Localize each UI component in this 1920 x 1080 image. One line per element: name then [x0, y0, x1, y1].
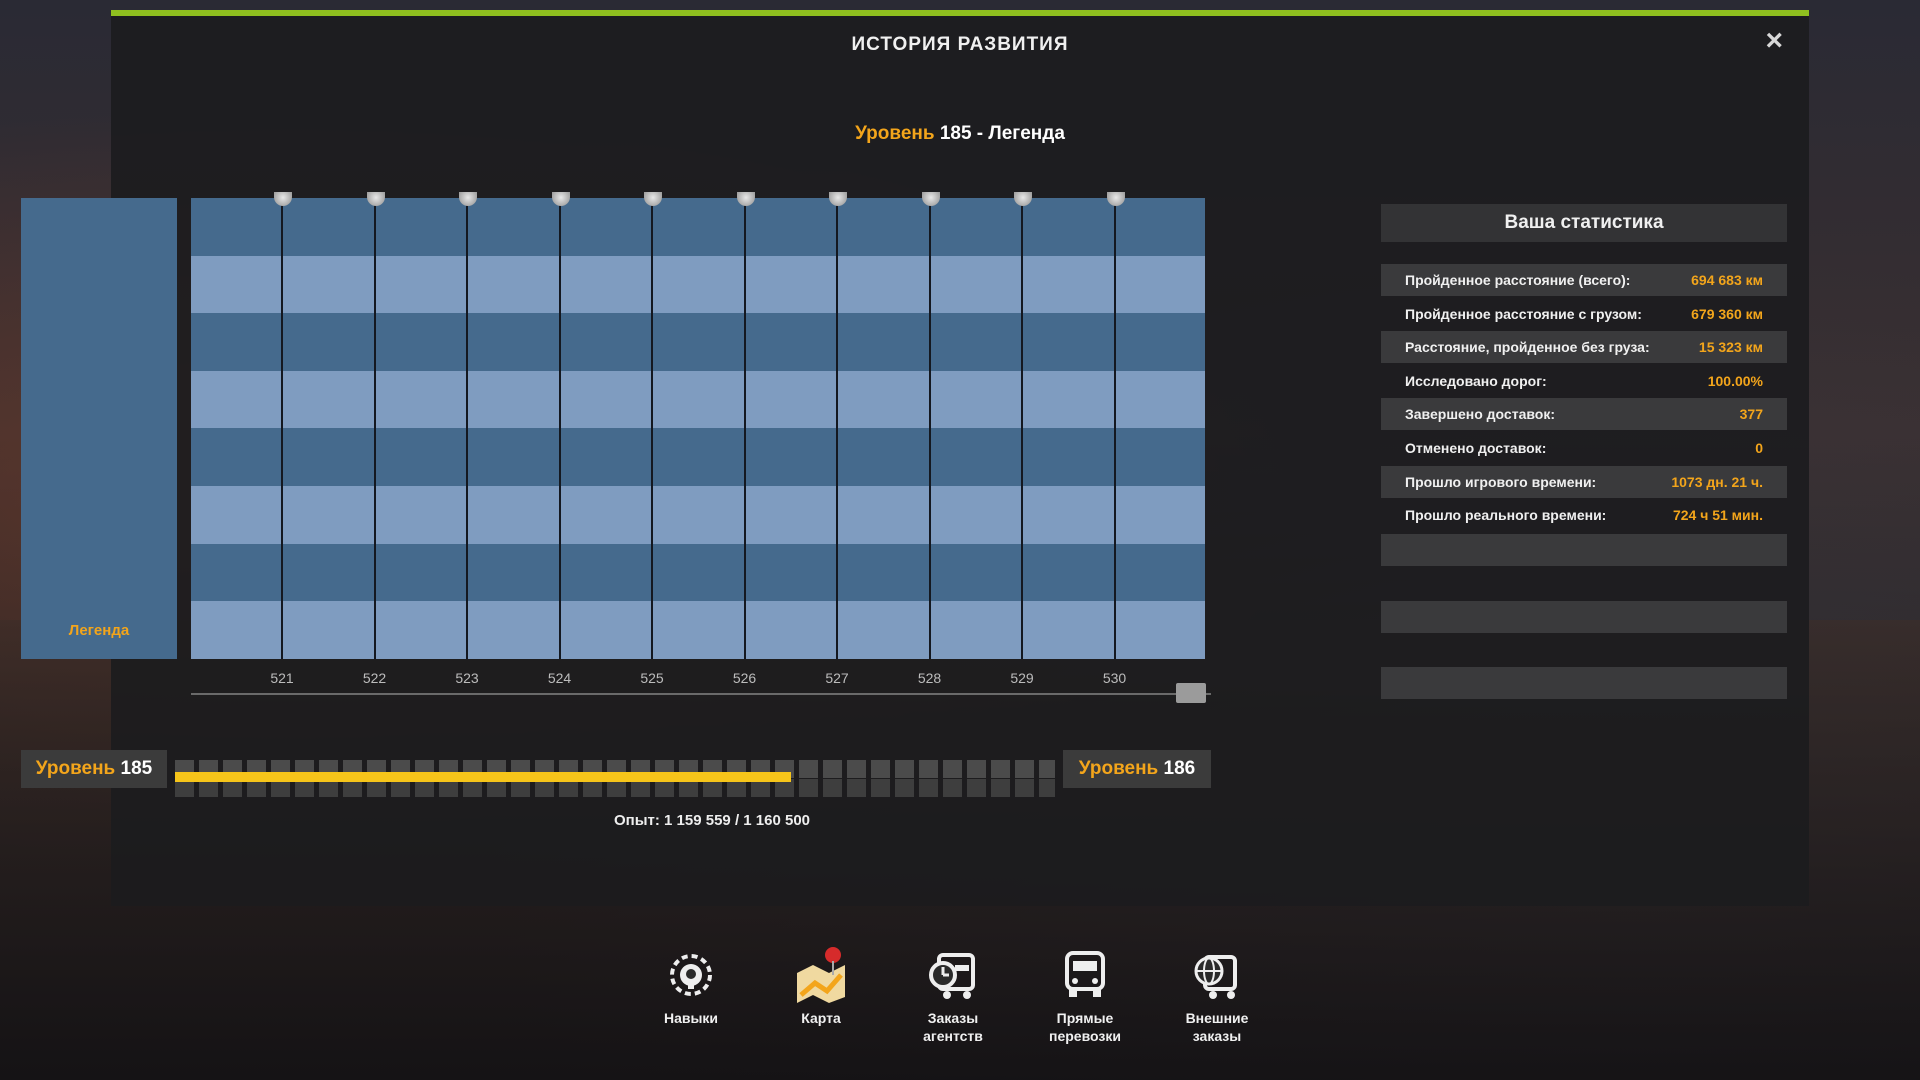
current-level-word: Уровень	[35, 758, 116, 779]
next-level-word: Уровень	[1078, 758, 1159, 779]
direct-transport-icon	[1057, 945, 1113, 1003]
timeline-tick-label: 530	[1102, 670, 1127, 686]
timeline-divider	[558, 198, 561, 659]
timeline-tick-label: 525	[640, 670, 664, 686]
map-icon	[793, 945, 849, 1003]
timeline-divider	[373, 198, 376, 659]
timeline-band	[191, 486, 1205, 544]
level-rest: 185 - Легенда	[934, 123, 1065, 144]
external-orders-icon	[1189, 945, 1245, 1003]
timeline-tick-label: 523	[455, 670, 479, 686]
timeline-divider	[466, 198, 468, 659]
nav-external-orders[interactable]: Внешние заказы	[1162, 945, 1272, 1045]
stat-label: Завершено доставок:	[1405, 406, 1555, 423]
stat-value: 100.00%	[1707, 372, 1763, 389]
nav-agency-orders[interactable]: Заказы агентств	[898, 945, 1008, 1045]
timeline-band	[191, 601, 1205, 659]
stat-row: Пройденное расстояние (всего): 694 683 км	[1381, 264, 1787, 296]
current-level-title: Уровень 185 - Легенда	[111, 123, 1809, 145]
timeline-band	[191, 198, 1205, 256]
timeline-divider	[1113, 198, 1116, 659]
nav-label-line2: перевозки	[1049, 1028, 1121, 1044]
nav-map[interactable]: Карта	[766, 945, 876, 1027]
stat-value: 0	[1755, 440, 1763, 456]
nav-direct-transport[interactable]: Прямые перевозки	[1030, 945, 1140, 1045]
current-level-number: 185	[115, 758, 153, 779]
timeline-band	[191, 428, 1205, 486]
current-level-badge: Уровень 185	[21, 750, 167, 788]
timeline-divider	[1021, 198, 1023, 659]
timeline-grid	[191, 192, 1205, 659]
timeline-scrollbar-thumb[interactable]	[1176, 683, 1206, 703]
timeline-divider	[743, 198, 746, 659]
nav-label: Навыки	[663, 1010, 719, 1026]
timeline-band	[191, 370, 1205, 429]
timeline-tick-label: 527	[825, 670, 849, 686]
stat-row: Прошло игрового времени: 1073 дн. 21 ч.	[1381, 465, 1787, 498]
stat-label: Прошло реального времени:	[1405, 507, 1607, 524]
stat-label: Прошло игрового времени:	[1405, 473, 1597, 490]
timeline-divider	[836, 198, 838, 659]
stat-label: Пройденное расстояние с грузом:	[1405, 305, 1642, 322]
stat-row-empty	[1381, 534, 1787, 566]
timeline-divider	[281, 198, 283, 659]
stat-value: 679 360 км	[1691, 305, 1763, 322]
stat-label: Расстояние, пройденное без груза:	[1405, 339, 1650, 356]
skills-icon	[663, 945, 719, 1003]
stat-row: Прошло реального времени: 724 ч 51 мин.	[1381, 499, 1787, 531]
nav-skills[interactable]: Навыки	[636, 945, 746, 1027]
stat-value: 377	[1739, 406, 1763, 423]
xp-text: Опыт: 1 159 559 / 1 160 500	[614, 812, 811, 829]
nav-label: Заказы	[927, 1010, 979, 1026]
stat-label: Исследовано дорог:	[1405, 372, 1547, 389]
stat-row-empty	[1381, 667, 1787, 699]
timeline-band	[191, 313, 1205, 371]
stat-row: Исследовано дорог: 100.00%	[1381, 365, 1787, 397]
stat-row: Расстояние, пройденное без груза: 15 323 …	[1381, 331, 1787, 364]
stat-value: 724 ч 51 мин.	[1672, 507, 1763, 524]
timeline-tick-label: 521	[270, 670, 294, 686]
timeline-tick-label: 528	[917, 670, 942, 686]
timeline-divider	[928, 198, 931, 659]
next-level-badge: Уровень 186	[1063, 750, 1211, 788]
nav-label-line2: агентств	[923, 1028, 983, 1044]
stat-row-empty	[1381, 601, 1787, 633]
timeline-band	[191, 255, 1205, 314]
stats-header: Ваша статистика	[1381, 204, 1787, 242]
stat-value: 694 683 км	[1691, 272, 1763, 288]
next-level-number: 186	[1158, 758, 1196, 779]
level-word: Уровень	[855, 123, 935, 144]
nav-label: Карта	[801, 1010, 841, 1026]
timeline-tick-label: 529	[1010, 670, 1034, 686]
timeline-scrollbar-track[interactable]	[191, 693, 1211, 695]
nav-label: Прямые	[1056, 1010, 1114, 1026]
timeline-tick-label: 526	[732, 670, 757, 686]
stat-row: Отменено доставок: 0	[1381, 432, 1787, 464]
xp-progress-fill	[175, 772, 791, 782]
stat-label: Пройденное расстояние (всего):	[1405, 272, 1631, 288]
timeline-band	[191, 543, 1205, 602]
agency-orders-icon	[925, 945, 981, 1003]
nav-label-line2: заказы	[1192, 1028, 1242, 1044]
close-icon[interactable]: ×	[1765, 26, 1783, 56]
timeline-tick-label: 524	[547, 670, 572, 686]
stat-value: 15 323 км	[1698, 339, 1763, 356]
timeline-tick-label: 522	[362, 670, 387, 686]
legend-column: Легенда	[21, 198, 177, 659]
stat-row: Пройденное расстояние с грузом: 679 360 к…	[1381, 298, 1787, 330]
legend-label: Легенда	[68, 622, 130, 639]
timeline-divider	[651, 198, 653, 659]
stat-label: Отменено доставок:	[1405, 440, 1547, 456]
window-title: ИСТОРИЯ РАЗВИТИЯ	[851, 34, 1069, 55]
stat-row: Завершено доставок: 377	[1381, 398, 1787, 431]
stat-value: 1073 дн. 21 ч.	[1671, 473, 1763, 490]
nav-label: Внешние	[1185, 1010, 1249, 1026]
